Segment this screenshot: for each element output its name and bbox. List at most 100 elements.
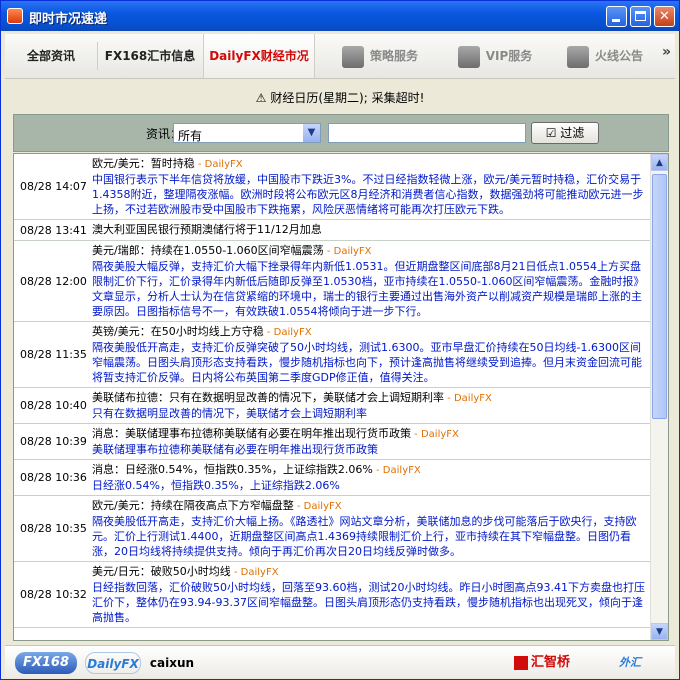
huizhi-logo[interactable]: 汇智桥	[507, 652, 577, 674]
news-source: - DailyFX	[323, 246, 372, 257]
notice-text: 财经日历(星期二); 采集超时!	[270, 91, 425, 105]
news-row[interactable]: 08/28 10:32 美元/日元：破败50小时均线 - DailyFX 日经指数回…	[14, 562, 652, 628]
person-icon	[457, 45, 480, 68]
dailyfx-logo[interactable]: DailyFX	[85, 652, 141, 674]
news-source: - DailyFX	[293, 501, 342, 512]
filter-text-input[interactable]	[328, 123, 526, 143]
news-row[interactable]: 08/28 12:00 美元/瑞郎：持续在1.0550-1.060区间窄幅震荡 -…	[14, 241, 652, 322]
news-time: 08/28 10:39	[20, 435, 87, 448]
news-content: 美元/日元：破败50小时均线 - DailyFX 日经指数回落，汇价破败50小时均…	[92, 562, 652, 627]
minimize-button[interactable]	[606, 6, 627, 27]
tab-all-news[interactable]: 全部资讯	[5, 34, 97, 78]
app-icon	[7, 8, 23, 24]
fx168-logo[interactable]: FX168	[15, 652, 77, 674]
huizhi-icon	[513, 655, 528, 670]
filter-check-icon: ☑	[545, 126, 561, 140]
news-content: 美元/瑞郎：持续在1.0550-1.060区间窄幅震荡 - DailyFX 隔夜美…	[92, 241, 652, 321]
news-headline[interactable]: 美联储布拉德：只有在数据明显改善的情况下，美联储才会上调短期利率	[92, 391, 444, 404]
news-content: 英镑/美元：在50小时均线上方守稳 - DailyFX 隔夜美股低开高走，支持汇价…	[92, 322, 652, 387]
tab-fx168[interactable]: FX168汇市信息	[97, 34, 203, 78]
news-headline[interactable]: 美元/日元：破败50小时均线	[92, 565, 231, 578]
news-row[interactable]: 08/28 10:35 欧元/美元：持续在隔夜高点下方窄幅盘整 - DailyFX…	[14, 496, 652, 562]
tab-separator	[97, 42, 98, 70]
footer-logos: FX168 DailyFX caixun 汇智桥 外汇	[5, 645, 675, 678]
warning-icon: ⚠	[255, 91, 267, 105]
news-row[interactable]: 08/28 14:07 欧元/美元：暂时持稳 - DailyFX 中国银行表示下半年…	[14, 154, 652, 220]
news-body: 日经涨0.54%，恒指跌0.35%，上证综指跌2.06%	[92, 479, 340, 492]
news-list: 08/28 14:07 欧元/美元：暂时持稳 - DailyFX 中国银行表示下半年…	[13, 153, 669, 641]
news-row[interactable]: 08/28 11:35 英镑/美元：在50小时均线上方守稳 - DailyFX 隔夜…	[14, 322, 652, 388]
news-headline[interactable]: 消息：日经涨0.54%，恒指跌0.35%，上证综指跌2.06%	[92, 463, 373, 476]
news-time: 08/28 11:35	[20, 348, 87, 361]
news-content: 欧元/美元：暂时持稳 - DailyFX 中国银行表示下半年信贷将放缓，中国股市下…	[92, 154, 652, 219]
huizhi-label: 汇智桥	[530, 655, 570, 670]
monitor-icon	[566, 45, 589, 68]
news-row[interactable]: 08/28 13:41 澳大利亚国民银行预期澳储行将于11/12月加息	[14, 220, 652, 241]
vertical-scrollbar[interactable]: ▲ ▼	[650, 154, 668, 640]
minimize-icon	[612, 19, 620, 22]
status-notice: ⚠ 财经日历(星期二); 采集超时!	[5, 87, 675, 109]
news-headline[interactable]: 欧元/美元：持续在隔夜高点下方窄幅盘整	[92, 499, 294, 512]
tab-strategy[interactable]: 策略服务	[325, 34, 435, 78]
news-row[interactable]: 08/28 10:40 美联储布拉德：只有在数据明显改善的情况下，美联储才会上调短…	[14, 388, 652, 424]
news-time: 08/28 12:00	[20, 274, 87, 288]
news-source: - DailyFX	[411, 429, 459, 440]
tab-vip[interactable]: VIP服务	[441, 34, 549, 78]
news-time: 08/28 10:32	[20, 588, 87, 601]
window-title: 即时市况速递	[29, 12, 108, 27]
news-rows: 08/28 14:07 欧元/美元：暂时持稳 - DailyFX 中国银行表示下半年…	[14, 154, 652, 628]
news-row[interactable]: 08/28 10:36 消息：日经涨0.54%，恒指跌0.35%，上证综指跌2.0…	[14, 460, 652, 496]
news-body: 美联储理事布拉德称美联储有必要在明年推出现行货币政策	[92, 443, 378, 456]
news-source: - DailyFX	[194, 159, 243, 170]
tab-scroll-right-icon[interactable]: »	[662, 44, 671, 60]
news-headline[interactable]: 消息：美联储理事布拉德称美联储有必要在明年推出现行货币政策	[92, 427, 411, 440]
news-content: 消息：日经涨0.54%，恒指跌0.35%，上证综指跌2.06% - DailyF…	[92, 460, 652, 495]
news-time: 08/28 10:36	[20, 471, 87, 484]
tab-announcement[interactable]: 火线公告	[553, 34, 657, 78]
news-body: 隔夜美股低开高走，支持汇价大幅上扬。《路透社》网站文章分析，美联储加息的步伐可能…	[92, 515, 637, 558]
chevron-down-icon[interactable]: ▼	[303, 124, 320, 142]
news-time: 08/28 10:40	[20, 399, 87, 412]
news-body: 隔夜美股大幅反弹，支持汇价大幅下挫录得年内新低1.0531。但近期盘整区间底部8…	[92, 260, 645, 318]
news-content: 欧元/美元：持续在隔夜高点下方窄幅盘整 - DailyFX 隔夜美股低开高走，支持…	[92, 496, 652, 561]
app-window: 即时市况速递 ✕ 全部资讯 FX168汇市信息 DailyFX财经市况 策略服务…	[0, 0, 680, 680]
tab-label: VIP服务	[485, 49, 533, 63]
news-headline[interactable]: 英镑/美元：在50小时均线上方守稳	[92, 325, 264, 338]
chart-icon	[341, 45, 364, 68]
news-time: 08/28 14:07	[20, 180, 87, 193]
news-source: - DailyFX	[230, 567, 279, 578]
maximize-icon	[635, 11, 646, 21]
tab-bar: 全部资讯 FX168汇市信息 DailyFX财经市况 策略服务 VIP服务 火线…	[5, 34, 675, 79]
news-headline[interactable]: 澳大利亚国民银行预期澳储行将于11/12月加息	[92, 223, 322, 236]
news-body: 隔夜美股低开高走，支持汇价反弹突破了50小时均线，测试1.6300。亚市早盘汇价…	[92, 341, 642, 384]
news-body: 日经指数回落，汇价破败50小时均线，回落至93.60档，测试20小时均线。昨日小…	[92, 581, 645, 624]
tab-dailyfx[interactable]: DailyFX财经市况	[203, 34, 315, 78]
news-headline[interactable]: 美元/瑞郎：持续在1.0550-1.060区间窄幅震荡	[92, 244, 324, 257]
tab-label: 策略服务	[369, 49, 418, 63]
news-body: 中国银行表示下半年信贷将放缓，中国股市下跌近3%。不过日经指数轻微上涨，欧元/美…	[92, 173, 644, 216]
select-value: 所有	[178, 129, 203, 143]
tab-label: FX168汇市信息	[104, 49, 196, 63]
filter-button[interactable]: ☑ 过滤	[531, 122, 599, 144]
news-time: 08/28 13:41	[20, 223, 87, 237]
news-source: - DailyFX	[372, 465, 421, 476]
category-select[interactable]: 所有 ▼	[173, 123, 321, 143]
forex-logo[interactable]: 外汇	[595, 652, 665, 674]
news-content: 美联储布拉德：只有在数据明显改善的情况下，美联储才会上调短期利率 - Daily…	[92, 388, 652, 423]
caixun-logo[interactable]: caixun	[147, 652, 197, 674]
filter-bar: 资讯： 所有 ▼ ☑ 过滤	[13, 114, 669, 152]
close-button[interactable]: ✕	[654, 6, 675, 27]
news-source: - DailyFX	[263, 327, 312, 338]
news-content: 澳大利亚国民银行预期澳储行将于11/12月加息	[92, 220, 652, 240]
news-body: 只有在数据明显改善的情况下，美联储才会上调短期利率	[92, 407, 367, 420]
news-row[interactable]: 08/28 10:39 消息：美联储理事布拉德称美联储有必要在明年推出现行货币政策…	[14, 424, 652, 460]
news-content: 消息：美联储理事布拉德称美联储有必要在明年推出现行货币政策 - DailyFX 美…	[92, 424, 652, 459]
filter-button-label: 过滤	[560, 126, 585, 140]
news-headline[interactable]: 欧元/美元：暂时持稳	[92, 157, 195, 170]
news-time: 08/28 10:35	[20, 522, 87, 535]
scroll-thumb[interactable]	[652, 174, 667, 419]
title-bar[interactable]: 即时市况速递 ✕	[1, 1, 679, 31]
scroll-down-icon[interactable]: ▼	[651, 623, 668, 640]
maximize-button[interactable]	[630, 6, 651, 27]
scroll-up-icon[interactable]: ▲	[651, 154, 668, 171]
